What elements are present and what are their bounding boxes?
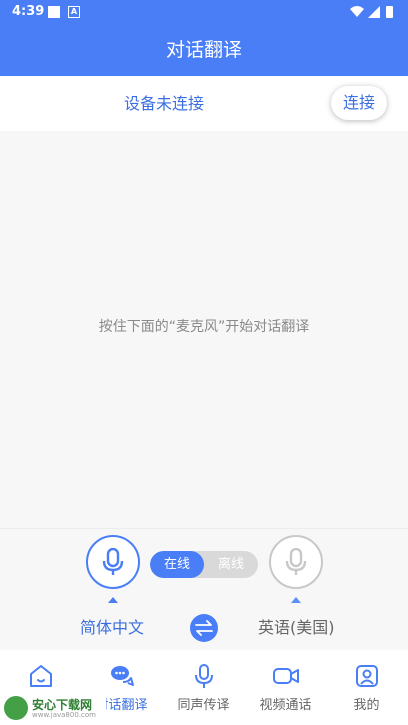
nav-item-profile[interactable]: 我的 [326,650,407,725]
profile-icon [356,665,378,687]
notification-icon [48,6,60,18]
target-language[interactable]: 英语(美国) [258,614,335,638]
mode-offline-option[interactable]: 离线 [204,551,258,578]
swap-language-button[interactable] [190,614,218,642]
connect-button[interactable]: 连接 [331,86,387,120]
page-title: 对话翻译 [0,24,408,76]
mic-icon [285,548,307,575]
status-bar: 4:39 A [0,0,408,24]
source-mic-button[interactable] [86,535,140,589]
mode-online-option[interactable]: 在线 [150,551,204,578]
mode-toggle[interactable]: 在线 离线 [150,551,258,578]
signal-icon [368,6,380,18]
source-language[interactable]: 简体中文 [80,614,144,638]
source-indicator-icon [108,597,118,603]
nav-item-video-call[interactable]: 视频通话 [245,650,326,725]
target-mic-button[interactable] [269,535,323,589]
status-time: 4:39 [12,4,45,19]
nav-label: 同声传译 [177,698,230,713]
wifi-icon [350,6,364,17]
mic-icon [102,548,124,575]
keyboard-notification-icon: A [68,6,80,18]
mic-icon [195,664,213,688]
system-status-icons [350,6,393,18]
watermark: 安心下载网 www.java800.com [2,694,106,722]
watermark-logo-icon [4,696,28,720]
target-indicator-icon [291,597,301,603]
video-icon [273,668,299,684]
nav-label: 我的 [353,698,380,713]
device-status-text: 设备未连接 [123,94,204,113]
watermark-url: www.java800.com [32,711,96,719]
battery-icon [386,6,393,18]
nav-item-simultaneous[interactable]: 同声传译 [163,650,244,725]
nav-label: 视频通话 [259,698,312,713]
conversation-hint: 按住下面的“麦克风”开始对话翻译 [98,319,310,335]
home-icon [30,665,52,687]
swap-icon [195,620,213,636]
chat-icon [111,666,134,686]
conversation-area: 按住下面的“麦克风”开始对话翻译 [0,131,408,528]
